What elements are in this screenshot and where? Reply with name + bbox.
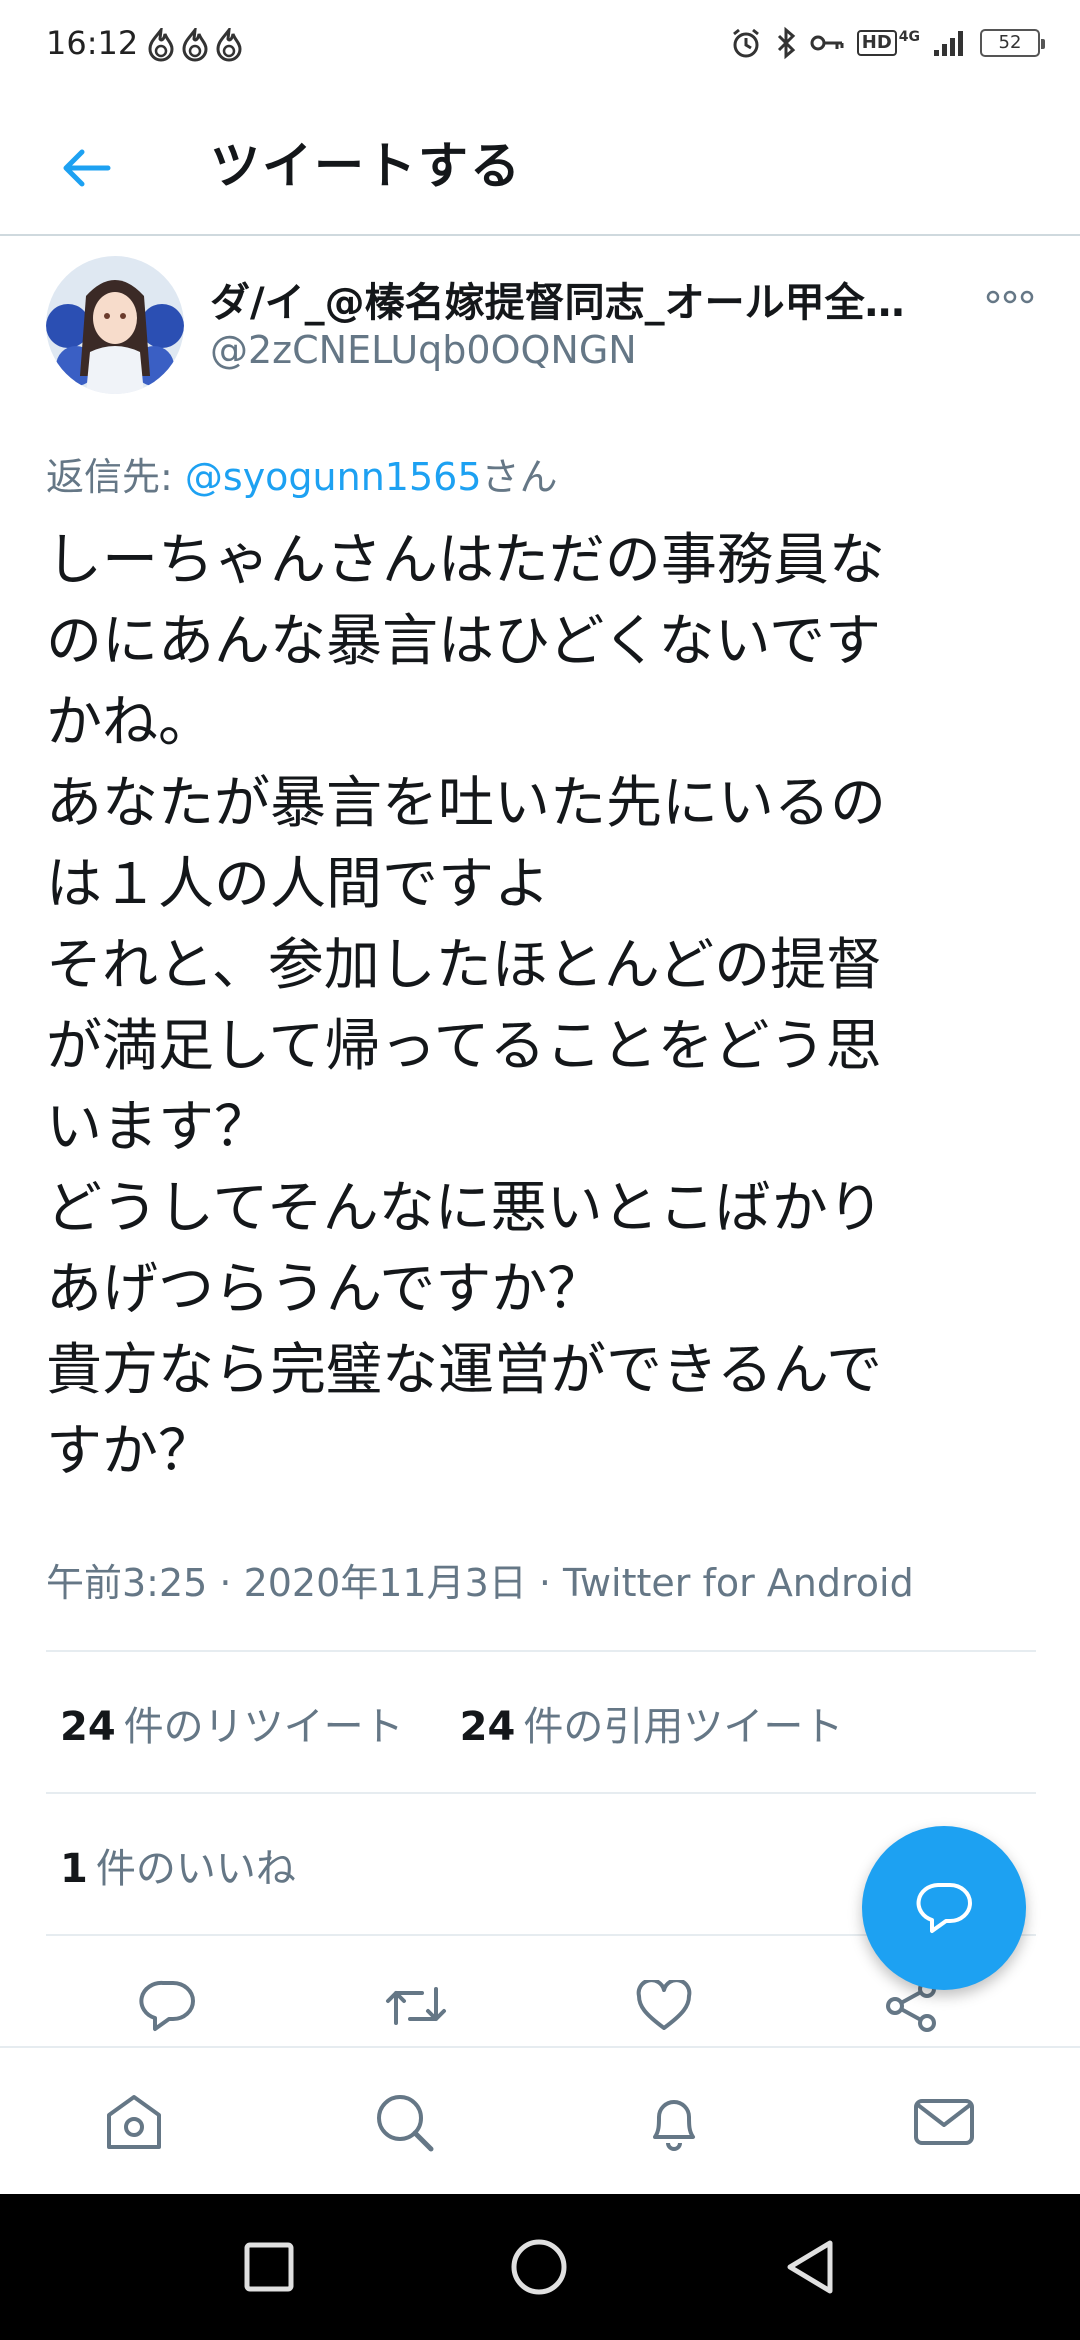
quotes-stat[interactable]: 24 件の引用ツイート (460, 1694, 844, 1752)
page-title: ツイートする (210, 137, 522, 195)
app-bar: ツイートする (0, 90, 1080, 236)
retweets-stat[interactable]: 24 件のリツイート (60, 1694, 404, 1752)
hd-badge: HD (856, 30, 897, 56)
likes-count: 1 (60, 1846, 88, 1892)
bottom-nav (0, 2046, 1080, 2194)
home-system-button[interactable] (504, 2232, 574, 2302)
nav-home[interactable] (92, 2080, 176, 2164)
search-icon (377, 2095, 434, 2152)
status-icons: HD 4G 52 (729, 26, 1045, 60)
messages-icon (914, 2099, 974, 2145)
notifications-icon (653, 2100, 695, 2151)
retweets-count: 24 (60, 1704, 116, 1750)
network-type: 4G (898, 29, 920, 45)
more-dots-icon (986, 290, 1034, 304)
author-display-name[interactable]: ダ/イ_@榛名嫁提督同志_オール甲全… (210, 270, 930, 328)
key-icon (810, 35, 844, 51)
circle-icon (511, 2239, 567, 2295)
likes-stat[interactable]: 1 件のいいね (60, 1836, 296, 1894)
like-icon (636, 1980, 692, 2030)
signal-icon (934, 31, 963, 56)
nav-messages[interactable] (902, 2080, 986, 2164)
back-system-button[interactable] (774, 2232, 844, 2302)
recent-apps-button[interactable] (234, 2232, 304, 2302)
reply-to-mention[interactable]: @syogunn1565 (185, 455, 482, 499)
reply-to-line: 返信先: @syogunn1565さん (46, 446, 558, 501)
nav-notifications[interactable] (632, 2080, 716, 2164)
likes-label: 件のいいね (95, 1846, 296, 1892)
more-options-button[interactable] (980, 272, 1040, 322)
avatar[interactable] (46, 256, 184, 394)
home-icon (107, 2095, 161, 2149)
system-nav-bar (0, 2194, 1080, 2340)
retweets-label: 件のリツイート (123, 1704, 404, 1750)
square-icon (244, 2242, 294, 2292)
back-button[interactable] (46, 128, 126, 208)
notification-icons (146, 28, 244, 62)
reply-icon (139, 1980, 195, 2031)
divider (46, 1792, 1036, 1794)
alarm-icon (732, 28, 759, 58)
author-handle[interactable]: @2zCNELUqb0OQNGN (210, 328, 637, 372)
like-button[interactable] (624, 1966, 704, 2046)
reply-button[interactable] (128, 1966, 208, 2046)
flame-icon (182, 28, 208, 62)
reply-to-prefix: 返信先: (46, 455, 185, 499)
retweet-button[interactable] (376, 1966, 456, 2046)
tweet-detail-screen: 16:12 HD 4G 52 ツイートする ダ/イ_@榛名嫁提督同志_オール甲全… (0, 0, 1080, 2340)
arrow-left-icon (63, 149, 111, 187)
stats-row: 24 件のリツイート 24 件の引用ツイート (60, 1694, 843, 1752)
tweet-text: しーちゃんさんはただの事務員な のにあんな暴言はひどくないです かね。 あなたが… (46, 528, 886, 1484)
status-time: 16:12 (46, 24, 139, 62)
avatar-image (46, 256, 184, 394)
battery-indicator: 52 (980, 29, 1045, 57)
tweet-timestamp[interactable]: 午前3:25 · 2020年11月3日 · Twitter for Androi… (46, 1552, 914, 1607)
nav-search[interactable] (362, 2080, 446, 2164)
reply-fab-button[interactable] (862, 1826, 1026, 1990)
bluetooth-icon (777, 26, 795, 60)
retweet-icon (386, 1987, 446, 2025)
reply-icon (916, 1883, 972, 1933)
triangle-back-icon (787, 2240, 833, 2294)
status-bar: 16:12 HD 4G 52 (0, 0, 1080, 90)
flame-icon (216, 28, 242, 62)
divider (46, 1650, 1036, 1652)
quotes-count: 24 (459, 1704, 516, 1750)
quotes-label: 件の引用ツイート (523, 1704, 844, 1750)
reply-to-suffix: さん (481, 455, 558, 499)
flame-icon (148, 28, 174, 62)
